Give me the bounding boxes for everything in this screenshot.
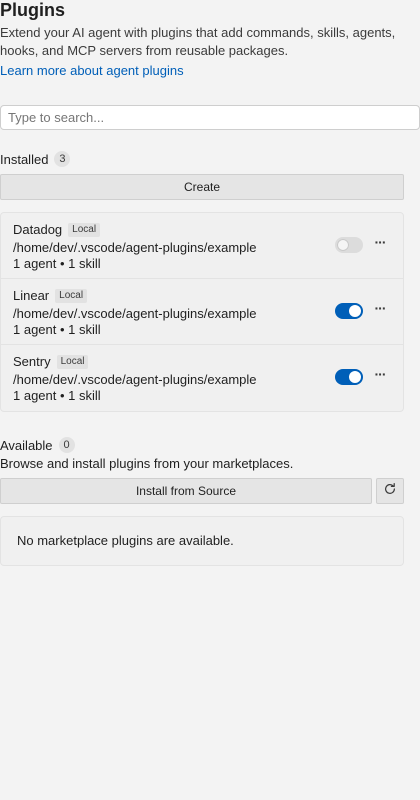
toggle-knob <box>337 239 349 251</box>
toggle-knob <box>349 305 361 317</box>
local-badge: Local <box>55 289 88 303</box>
plugin-row-sentry[interactable]: Sentry Local /home/dev/.vscode/agent-plu… <box>1 345 403 411</box>
more-icon[interactable]: ··· <box>371 301 389 317</box>
empty-message: No marketplace plugins are available. <box>17 533 234 548</box>
available-label: Available <box>0 437 53 453</box>
plugin-path: /home/dev/.vscode/agent-plugins/example <box>13 306 257 321</box>
refresh-button[interactable] <box>376 478 404 504</box>
plugin-name: Linear <box>13 288 50 303</box>
plugin-meta: 1 agent • 1 skill <box>13 322 101 337</box>
enable-toggle-linear[interactable] <box>335 303 363 319</box>
marketplace-empty-state: No marketplace plugins are available. <box>0 516 404 566</box>
available-count-badge: 0 <box>58 437 75 453</box>
more-icon[interactable]: ··· <box>371 235 389 251</box>
plugin-name: Sentry <box>13 354 51 369</box>
page-description: Extend your AI agent with plugins that a… <box>0 25 396 58</box>
toggle-knob <box>349 371 361 383</box>
local-badge: Local <box>56 355 89 369</box>
install-from-source-button[interactable]: Install from Source <box>0 478 372 504</box>
plugin-meta: 1 agent • 1 skill <box>13 388 101 403</box>
plugins-page: Plugins Extend your AI agent with plugin… <box>0 0 420 800</box>
installed-label: Installed <box>0 151 49 167</box>
plugin-name: Datadog <box>13 222 63 237</box>
learn-more-link[interactable]: Learn more about agent plugins <box>0 62 184 80</box>
create-button[interactable]: Create <box>0 174 404 200</box>
available-description: Browse and install plugins from your mar… <box>0 456 294 471</box>
installed-count-badge: 3 <box>54 151 71 167</box>
plugin-name-line: Sentry Local <box>13 354 89 370</box>
plugin-name-line: Datadog Local <box>13 222 101 238</box>
plugin-row-datadog[interactable]: Datadog Local /home/dev/.vscode/agent-pl… <box>1 213 403 279</box>
plugin-name-line: Linear Local <box>13 288 88 304</box>
installed-header: Installed 3 <box>0 150 71 168</box>
installed-plugin-list: Datadog Local /home/dev/.vscode/agent-pl… <box>0 212 404 412</box>
refresh-icon <box>383 482 397 501</box>
page-title: Plugins <box>0 0 66 20</box>
available-header: Available 0 <box>0 436 75 454</box>
search-input[interactable] <box>0 105 420 130</box>
enable-toggle-datadog[interactable] <box>335 237 363 253</box>
local-badge: Local <box>68 223 101 237</box>
enable-toggle-sentry[interactable] <box>335 369 363 385</box>
plugin-meta: 1 agent • 1 skill <box>13 256 101 271</box>
more-icon[interactable]: ··· <box>371 367 389 383</box>
plugin-path: /home/dev/.vscode/agent-plugins/example <box>13 240 257 255</box>
plugin-path: /home/dev/.vscode/agent-plugins/example <box>13 372 257 387</box>
plugin-row-linear[interactable]: Linear Local /home/dev/.vscode/agent-plu… <box>1 279 403 345</box>
